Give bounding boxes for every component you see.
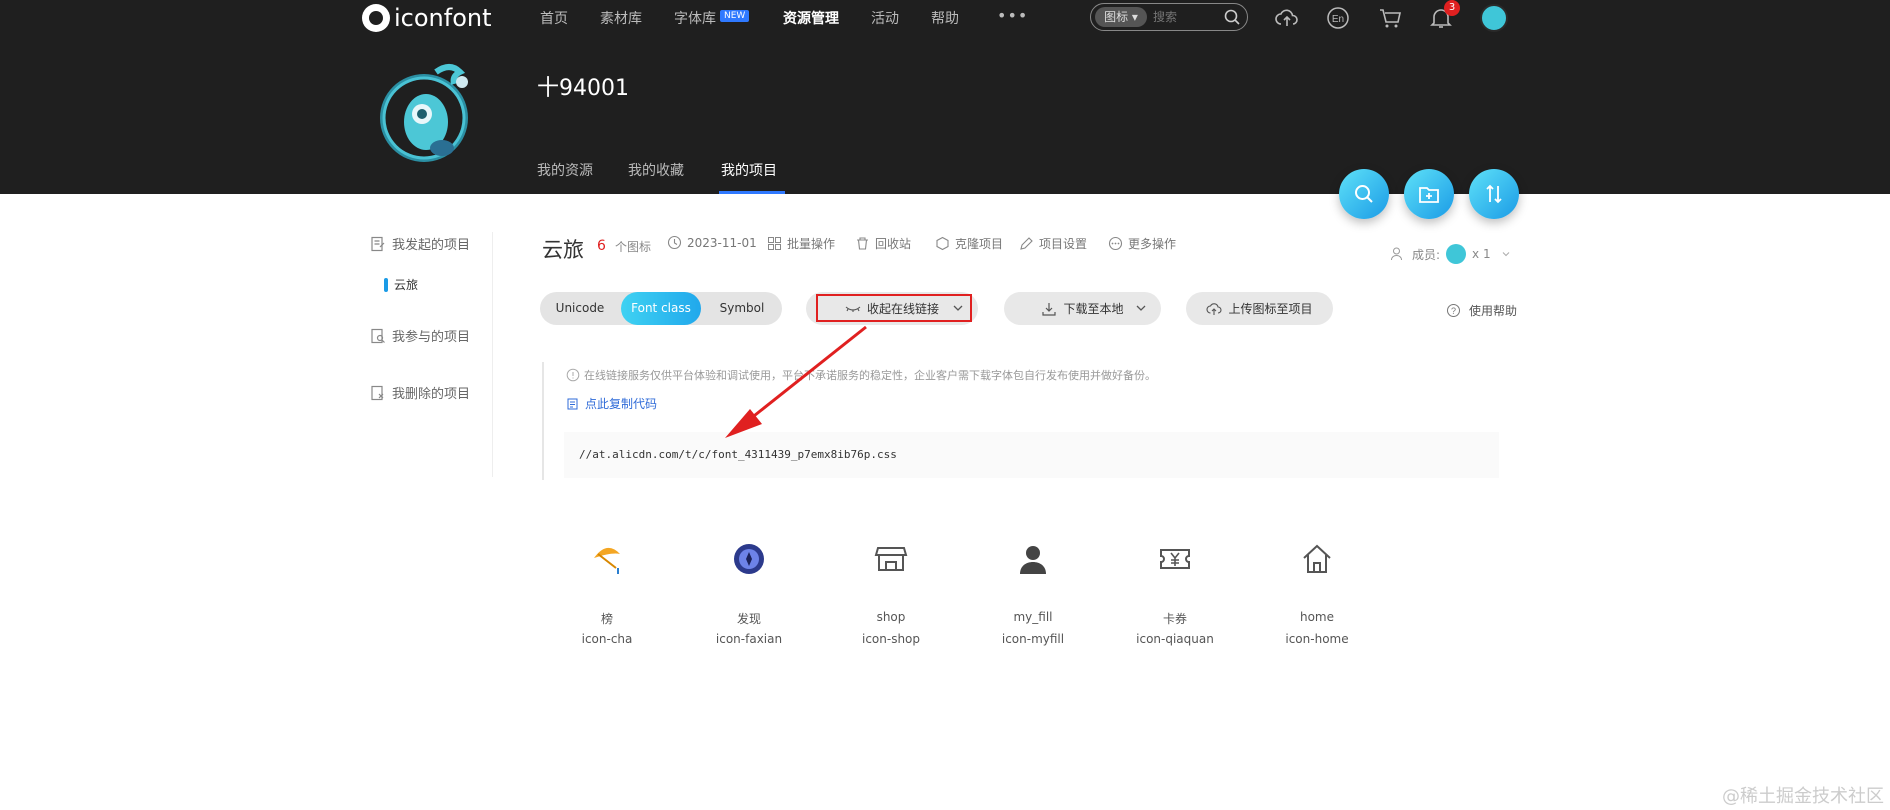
tab-my-resources[interactable]: 我的资源 — [537, 160, 593, 180]
icon-count-label: 个图标 — [615, 240, 652, 254]
sidebar-item-initiated[interactable]: 我发起的项目 — [370, 234, 470, 253]
cart-icon[interactable] — [1377, 5, 1403, 31]
clone-icon — [936, 236, 949, 251]
members-icon — [1391, 247, 1402, 261]
more-operations-button[interactable]: 更多操作 — [1108, 235, 1176, 252]
folder-add-icon — [1419, 187, 1439, 203]
nav-home[interactable]: 首页 — [540, 8, 568, 28]
watermark: @稀土掘金技术社区 — [1722, 786, 1884, 807]
search-type-select[interactable]: 图标 ▾ — [1095, 7, 1147, 27]
cloud-upload-icon — [1206, 302, 1222, 315]
nav-materials[interactable]: 素材库 — [600, 8, 642, 28]
iconfont-logo[interactable]: iconfont — [362, 4, 492, 32]
download-icon — [1042, 302, 1057, 316]
user-icon — [1020, 546, 1046, 574]
ticket-icon — [1160, 549, 1190, 569]
format-symbol-tab[interactable]: Symbol — [702, 292, 782, 325]
top-nav: iconfont 首页 素材库 字体库 NEW 资源管理 活动 帮助 ••• 图… — [0, 0, 1890, 36]
search-icon — [1355, 185, 1373, 203]
format-unicode-tab[interactable]: Unicode — [540, 292, 620, 325]
batch-operation-button[interactable]: 批量操作 — [767, 235, 835, 252]
home-icon — [1303, 544, 1331, 573]
sort-float-button[interactable] — [1469, 169, 1519, 219]
document-search-icon — [371, 328, 385, 343]
kite-icon — [594, 547, 620, 574]
sidebar-item-deleted[interactable]: 我删除的项目 — [370, 383, 470, 402]
icon-card-shop[interactable]: shop icon-shop — [836, 542, 946, 652]
search-float-button[interactable] — [1339, 169, 1389, 219]
member-avatar — [1446, 244, 1467, 264]
grid-icon — [768, 237, 781, 250]
search-box: 图标 ▾ — [1090, 3, 1248, 31]
nav-fonts[interactable]: 字体库 — [674, 8, 716, 28]
online-link-notice: 在线链接服务仅供平台体验和调试使用，平台不承诺服务的稳定性，企业客户需下载字体包… — [566, 367, 1156, 383]
shop-icon — [874, 547, 908, 571]
css-link-code[interactable]: //at.alicdn.com/t/c/font_4311439_p7emx8i… — [564, 432, 1499, 478]
nav-activity[interactable]: 活动 — [871, 8, 899, 28]
svg-text:En: En — [1332, 14, 1344, 25]
username: 十94001 — [537, 76, 629, 101]
iconfont-logo-icon — [362, 4, 390, 32]
sort-icon — [1486, 184, 1502, 204]
language-en-icon[interactable]: En — [1325, 5, 1351, 31]
document-delete-icon — [371, 385, 384, 400]
icon-card-myfill[interactable]: my_fill icon-myfill — [978, 542, 1088, 652]
project-date: 2023-11-01 — [667, 235, 757, 250]
clone-project-button[interactable]: 克隆项目 — [935, 235, 1003, 252]
chevron-down-icon — [1136, 305, 1146, 311]
project-settings-button[interactable]: 项目设置 — [1019, 235, 1087, 252]
sidebar-item-participated[interactable]: 我参与的项目 — [370, 326, 470, 345]
question-icon: ? — [1447, 304, 1460, 317]
more-icon — [1108, 236, 1123, 251]
highlight-box — [816, 294, 972, 322]
format-font-class-tab[interactable]: Font class — [621, 292, 701, 325]
chevron-down-icon — [1502, 252, 1509, 257]
search-input[interactable] — [1153, 7, 1223, 27]
cloud-upload-icon[interactable] — [1274, 5, 1300, 31]
project-sidebar: 我发起的项目 云旅 我参与的项目 我删除的项目 — [370, 232, 493, 477]
copy-code-link[interactable]: 点此复制代码 — [566, 395, 657, 412]
recycle-bin-button[interactable]: 回收站 — [855, 235, 911, 252]
icon-card-faxian[interactable]: 发现 icon-faxian — [694, 542, 804, 652]
online-link-panel: 在线链接服务仅供平台体验和调试使用，平台不承诺服务的稳定性，企业客户需下载字体包… — [542, 362, 1499, 480]
icon-card-cha[interactable]: 榜 icon-cha — [552, 542, 662, 652]
trash-icon — [857, 237, 868, 250]
format-switcher: Unicode Font class Symbol — [540, 292, 782, 325]
compass-icon — [734, 544, 764, 574]
new-project-float-button[interactable] — [1404, 169, 1454, 219]
tab-my-projects[interactable]: 我的项目 — [721, 160, 777, 180]
project-title: 云旅 — [542, 238, 584, 262]
new-badge: NEW — [720, 10, 750, 22]
icon-card-home[interactable]: home icon-home — [1262, 542, 1372, 652]
usage-help-link[interactable]: ? 使用帮助 — [1446, 302, 1517, 319]
active-tab-indicator — [719, 191, 785, 194]
document-edit-icon — [371, 236, 385, 251]
download-local-button[interactable]: 下载至本地 — [1004, 292, 1161, 325]
svg-text:?: ? — [1451, 306, 1456, 316]
clock-icon — [667, 235, 682, 250]
sidebar-item-project[interactable]: 云旅 — [384, 276, 418, 293]
pencil-icon — [1020, 237, 1033, 250]
nav-help[interactable]: 帮助 — [931, 8, 959, 28]
icon-count: 6 — [597, 238, 606, 254]
profile-avatar — [380, 64, 468, 162]
search-icon[interactable] — [1223, 8, 1241, 26]
copy-icon — [567, 398, 578, 409]
notification-badge: 3 — [1444, 0, 1460, 16]
icon-card-qiaquan[interactable]: 卡券 icon-qiaquan — [1120, 542, 1230, 652]
info-icon — [566, 368, 580, 382]
upload-icons-button[interactable]: 上传图标至项目 — [1186, 292, 1333, 325]
project-members[interactable]: 成员: x 1 — [1390, 244, 1511, 264]
tab-my-favorites[interactable]: 我的收藏 — [628, 160, 684, 180]
user-avatar[interactable] — [1480, 4, 1508, 32]
nav-resource-management[interactable]: 资源管理 — [783, 8, 839, 28]
nav-more-button[interactable]: ••• — [997, 6, 1028, 25]
